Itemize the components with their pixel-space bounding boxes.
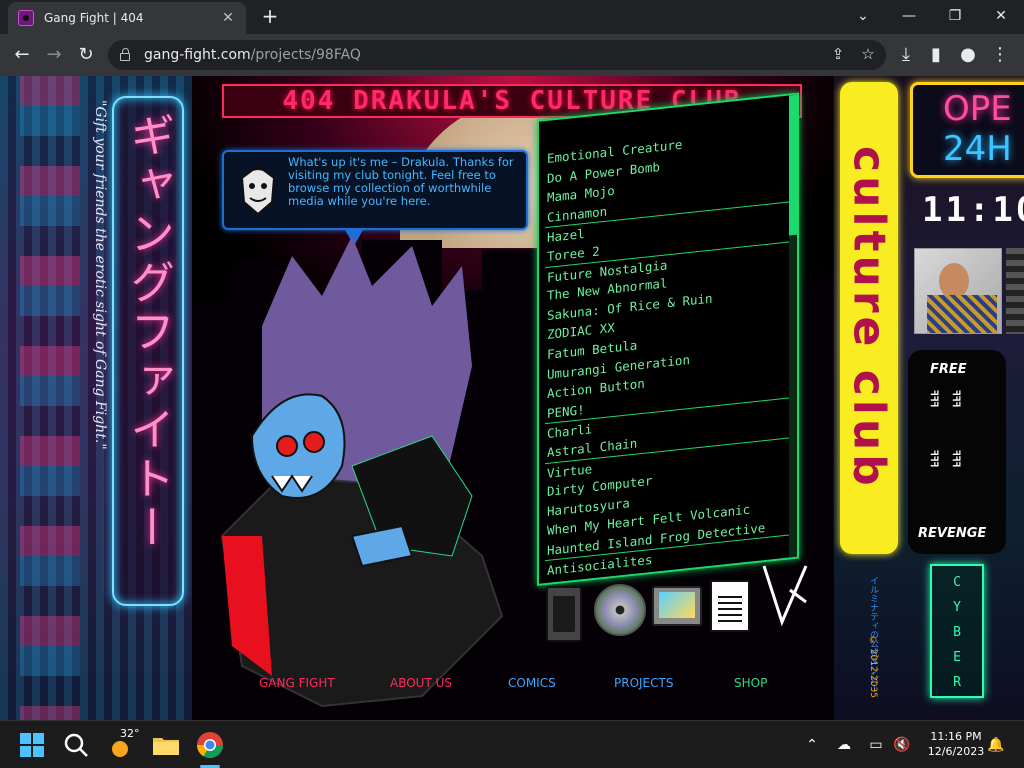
photo-strip [1006, 248, 1024, 334]
media-list-items: Emotional Creature Do A Power Bomb Mama Mo… [545, 124, 789, 586]
tab-title: Gang Fight | 404 [44, 11, 144, 25]
speech-bubble: What's up it's me – Drakula. Thanks for … [222, 150, 528, 246]
profile-icon[interactable]: ● [954, 41, 982, 69]
document-icon[interactable] [710, 580, 750, 632]
clock-display: 11:10 [922, 190, 1024, 230]
chrome-icon[interactable] [194, 729, 226, 761]
glyph-column-4: ꟻꟻꟻ [950, 450, 961, 468]
tab-search-button[interactable]: ⌄ [848, 4, 878, 28]
disc-icon[interactable] [594, 584, 646, 636]
nav-comics[interactable]: COMICS [508, 676, 556, 690]
star-icon[interactable]: ☆ [858, 45, 878, 63]
restore-button[interactable]: ❐ [940, 4, 970, 28]
kana-sign: ギャングファイトー [112, 96, 184, 606]
minimize-button[interactable]: — [894, 4, 924, 28]
url-path: /projects/98FAQ [250, 47, 361, 63]
menu-icon[interactable]: ⋮ [986, 41, 1014, 69]
right-neon-panel: culture club イルミナティの公式メンバー © 2012-2035 O… [834, 76, 1024, 720]
site-favicon-icon [18, 10, 34, 26]
24h-text: 24H [943, 129, 1012, 169]
browser-tab[interactable]: Gang Fight | 404 ✕ [8, 2, 246, 34]
tab-close-icon[interactable]: ✕ [220, 10, 236, 26]
new-tab-button[interactable]: + [258, 6, 282, 28]
system-clock[interactable]: 11:16 PM 12/6/2023 [918, 729, 994, 759]
nav-projects[interactable]: PROJECTS [614, 676, 673, 690]
browser-toolbar: ← → ↻ gang-fight.com /projects/98FAQ ⇪ ☆… [0, 34, 1024, 76]
tagline-quote: "Gift your friends the erotic sight of G… [92, 100, 108, 450]
kana-text: ギャングファイトー [122, 112, 175, 553]
browser-tab-bar: Gang Fight | 404 ✕ + ⌄ — ❐ ✕ [0, 0, 1024, 34]
url-domain: gang-fight.com [144, 47, 251, 63]
portrait-photo [914, 248, 1002, 334]
speech-text: What's up it's me – Drakula. Thanks for … [288, 155, 514, 208]
culture-club-text: culture club [843, 146, 895, 490]
revenge-text: REVENGE [918, 526, 987, 541]
close-window-button[interactable]: ✕ [986, 4, 1016, 28]
open-24h-sign: OPE 24H [910, 82, 1024, 178]
free-revenge-sign: FREE ꟻꟻꟻ ꟻꟻꟻ ꟻꟻꟻ ꟻꟻꟻ REVENGE [908, 350, 1006, 554]
file-explorer-icon[interactable] [150, 729, 182, 761]
list-scrollbar[interactable] [789, 94, 797, 562]
open-text: OPE [943, 89, 1012, 129]
culture-club-sign: culture club [840, 82, 898, 554]
free-text: FREE [930, 362, 967, 377]
cyber-letter: R [953, 675, 961, 690]
drakula-character [220, 236, 504, 708]
glyph-column-2: ꟻꟻꟻ [950, 390, 961, 408]
web-page: "Gift your friends the erotic sight of G… [0, 76, 1024, 720]
nav-gang-fight[interactable]: GANG FIGHT [259, 676, 335, 690]
date: 12/6/2023 [927, 745, 985, 758]
v-logo-icon[interactable] [760, 562, 810, 626]
drakula-face-icon [232, 158, 284, 222]
address-bar[interactable]: gang-fight.com /projects/98FAQ ⇪ ☆ [108, 40, 886, 70]
lock-icon[interactable] [120, 48, 130, 61]
footer-nav: GANG FIGHT ABOUT US COMICS PROJECTS SHOP [192, 676, 834, 696]
search-icon[interactable] [60, 729, 92, 761]
glyph-column-1: ꟻꟻꟻ [928, 390, 939, 408]
glyph-column-3: ꟻꟻꟻ [928, 450, 939, 468]
list-scrollbar-thumb[interactable] [789, 94, 797, 236]
taskbar: 32° ⌃ ☁ ▭ 🔇 11:16 PM 12/6/2023 🔔 [0, 720, 1024, 768]
nav-shop[interactable]: SHOP [734, 676, 767, 690]
chevron-up-icon[interactable]: ⌃ [802, 735, 822, 755]
cyber-letter: C [953, 575, 961, 590]
copyright-text: © 2012-2035 [868, 636, 878, 698]
cloud-icon[interactable]: ☁ [834, 735, 854, 755]
nav-about-us[interactable]: ABOUT US [390, 676, 452, 690]
left-neon-panel: "Gift your friends the erotic sight of G… [0, 76, 195, 720]
cyber-letter: B [953, 625, 961, 640]
media-list[interactable]: Emotional Creature Do A Power Bomb Mama Mo… [537, 92, 799, 586]
share-icon[interactable]: ⇪ [828, 45, 848, 63]
weather-widget[interactable]: 32° [106, 727, 140, 761]
sidebar-icon[interactable]: ▮ [922, 41, 950, 69]
time: 11:16 PM [930, 730, 982, 743]
display-icon[interactable]: ▭ [866, 735, 886, 755]
reload-button[interactable]: ↻ [72, 41, 100, 69]
cyber-letter: E [953, 650, 961, 665]
main-panel: 404 DRAKULA'S CULTURE CLUB What's up it'… [192, 76, 834, 720]
cyber-sign: CYBER [930, 564, 984, 698]
gameboy-icon[interactable] [652, 586, 702, 626]
forward-button[interactable]: → [40, 41, 68, 69]
download-icon[interactable]: ⤓ [892, 41, 920, 69]
windows-start-icon[interactable] [16, 729, 48, 761]
cyber-letter: Y [953, 600, 961, 615]
back-button[interactable]: ← [8, 41, 36, 69]
vhs-icon[interactable] [546, 586, 582, 642]
notification-bell-icon[interactable]: 🔔 [986, 735, 1006, 755]
media-icon-row [542, 556, 812, 642]
temperature: 32° [120, 727, 140, 740]
volume-muted-icon[interactable]: 🔇 [892, 735, 912, 755]
